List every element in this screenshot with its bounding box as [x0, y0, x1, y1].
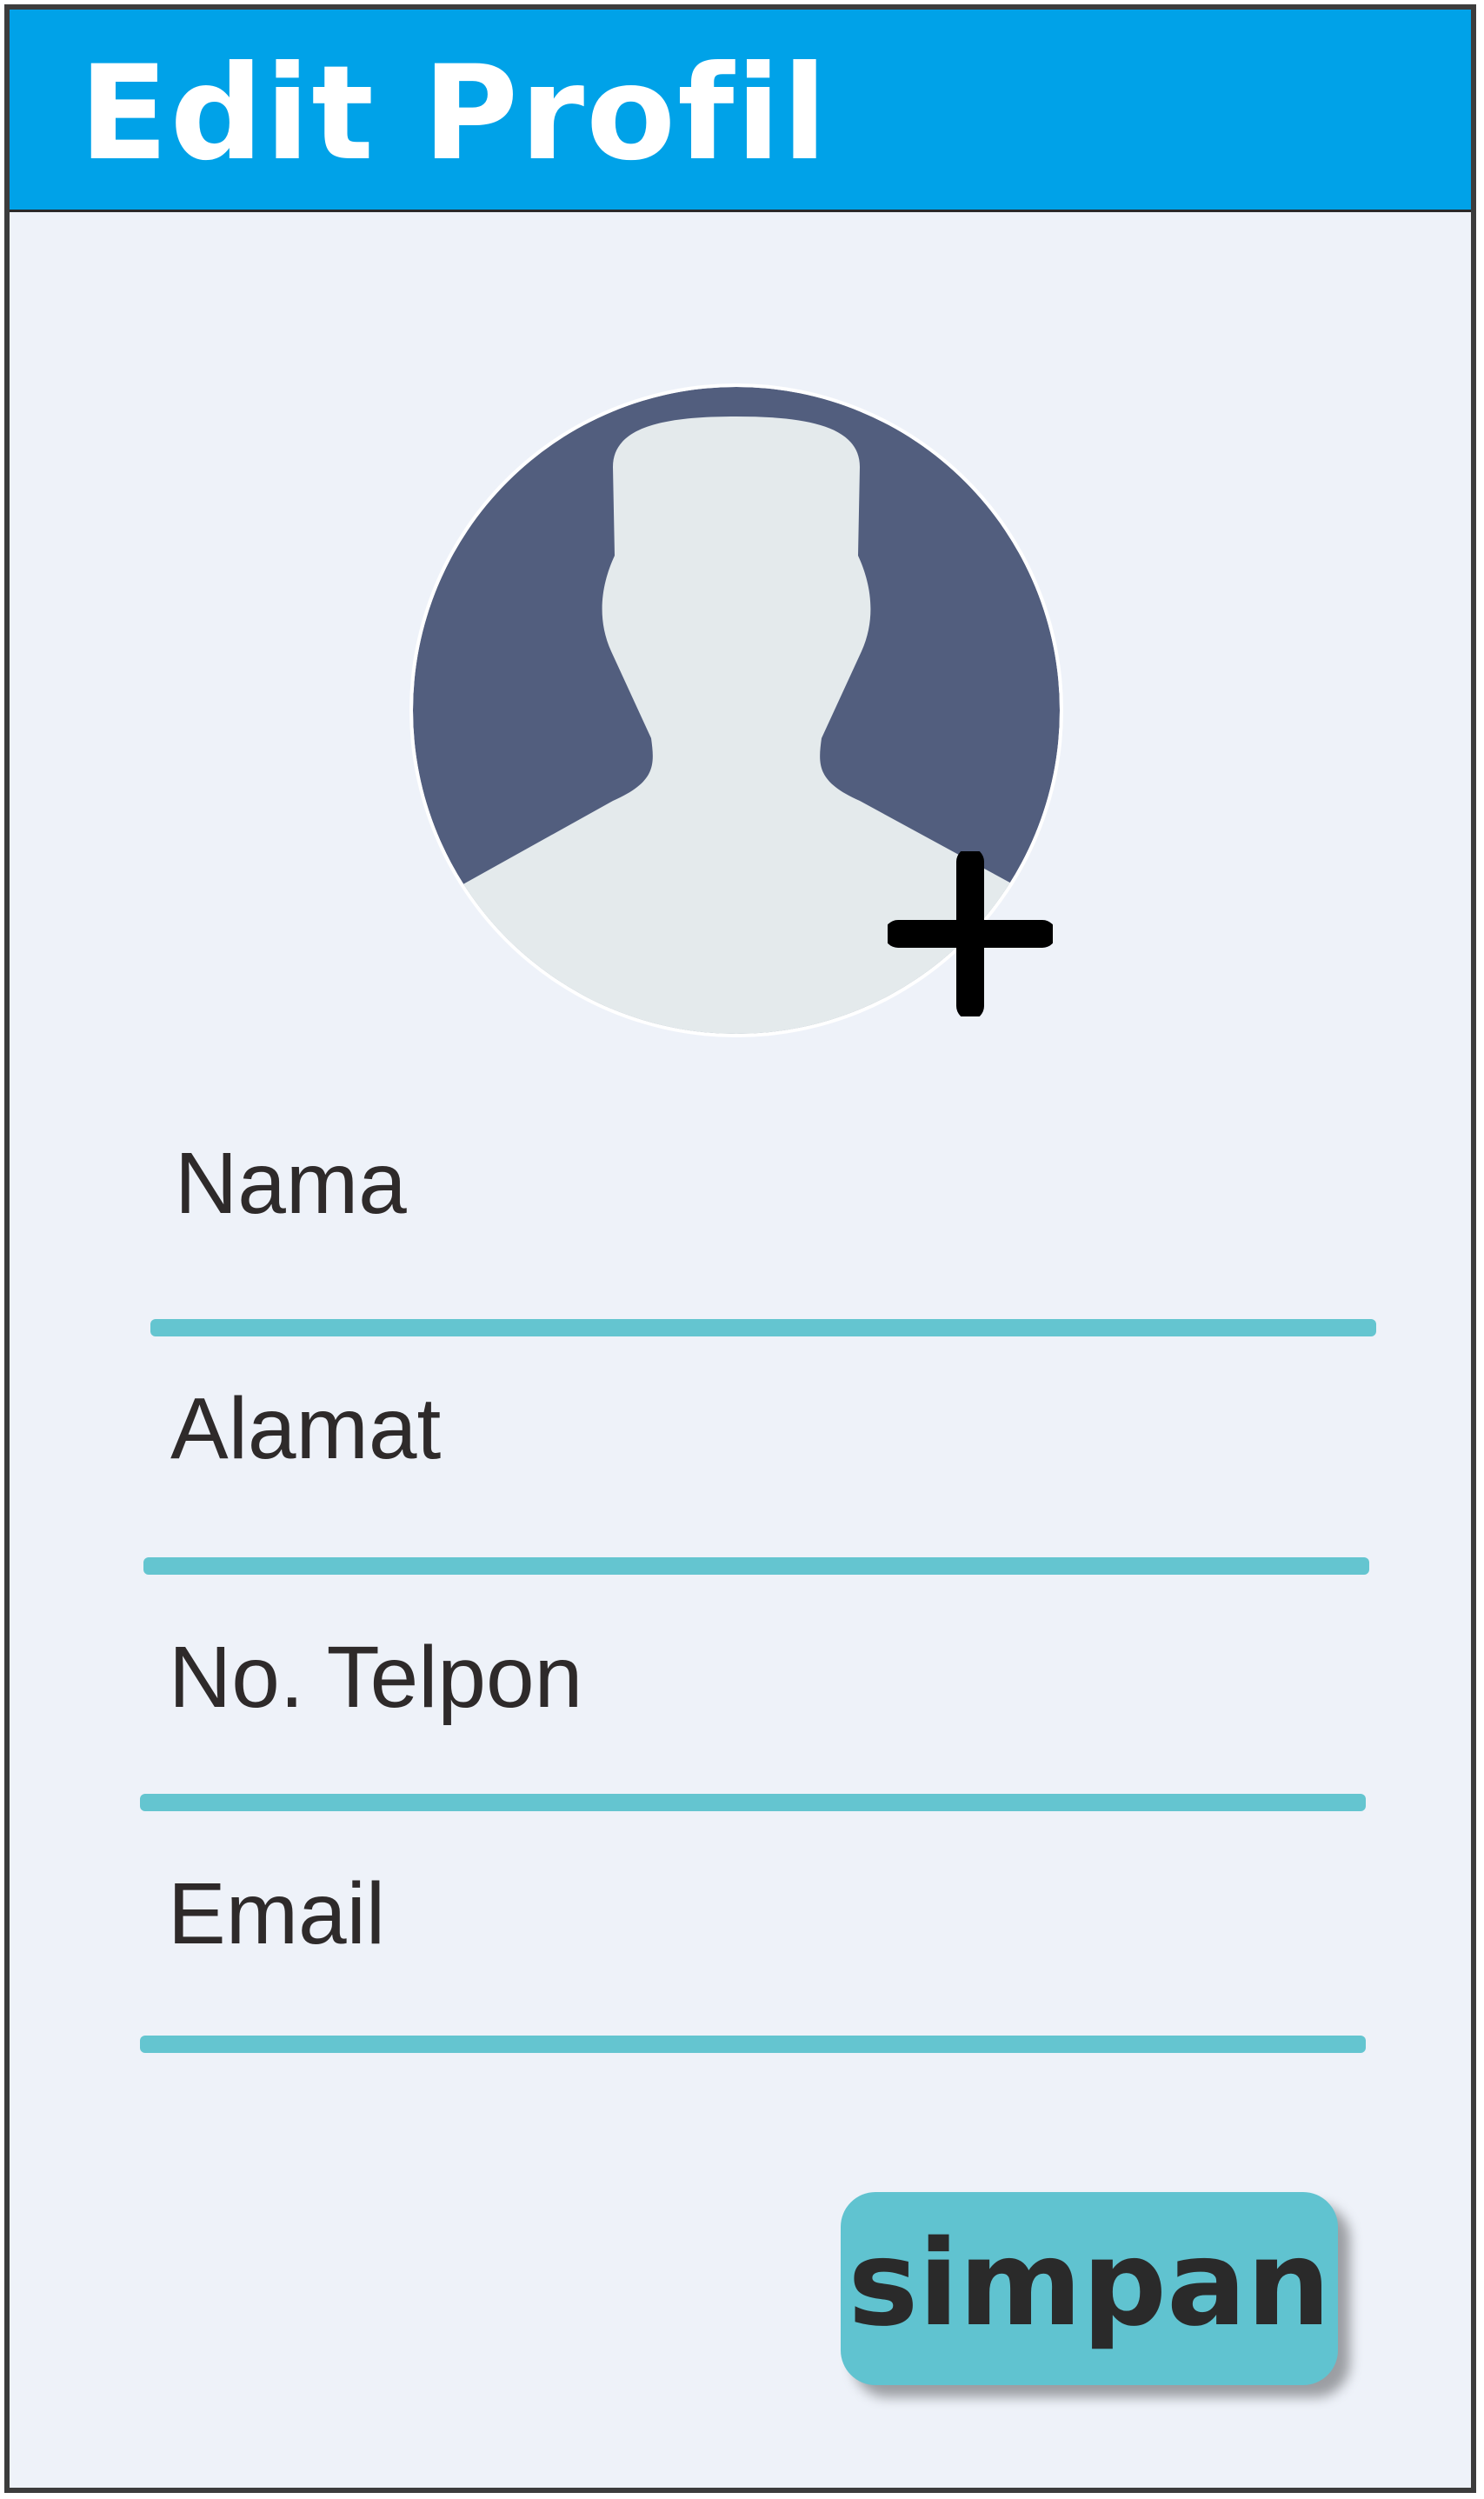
add-photo-button[interactable]	[888, 851, 1053, 1016]
phone-input[interactable]	[140, 1625, 1369, 1818]
edit-profile-screen: Edit Profil Nama Alamat No. Telpon Email…	[4, 4, 1476, 2493]
email-input[interactable]	[140, 1862, 1369, 2055]
name-underline	[150, 1319, 1376, 1336]
address-underline	[143, 1557, 1369, 1575]
phone-underline	[140, 1794, 1366, 1811]
plus-icon	[888, 851, 1053, 1016]
save-button-label: simpan	[848, 2216, 1331, 2353]
app-header: Edit Profil	[10, 10, 1471, 212]
name-input[interactable]	[140, 1131, 1369, 1324]
save-button[interactable]: simpan	[841, 2192, 1338, 2385]
page-title: Edit Profil	[79, 38, 829, 190]
email-underline	[140, 2036, 1366, 2053]
address-input[interactable]	[140, 1376, 1369, 1569]
